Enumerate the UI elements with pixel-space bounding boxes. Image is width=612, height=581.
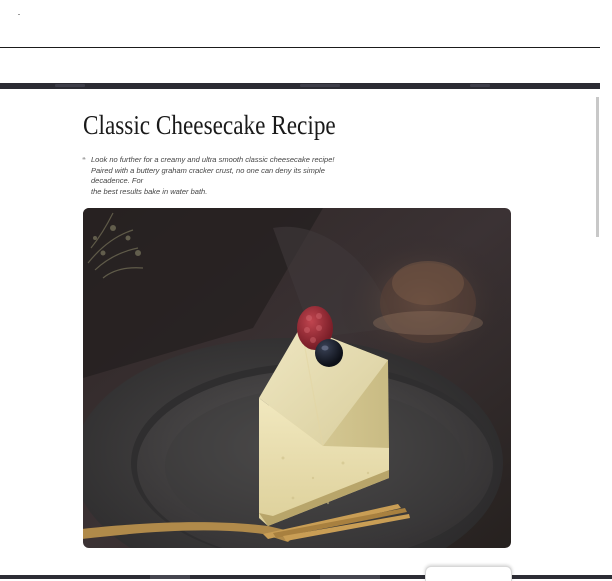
taskbar-segment [150,575,190,579]
intro-line: Look no further for a creamy and ultra s… [91,155,335,164]
top-mark [18,14,20,15]
toolbar-hint [300,84,340,87]
taskbar-strip [0,575,612,579]
taskbar-segment [320,575,380,579]
intro-line: the best results bake in water bath. [91,186,208,196]
quote-icon: ❝ [82,157,86,164]
scrollbar-thumb[interactable] [596,97,599,237]
hero-image [83,208,511,548]
page-title: Classic Cheesecake Recipe [83,110,336,140]
top-divider [0,47,600,48]
recipe-intro: Look no further for a creamy and ultra s… [91,155,341,197]
top-whitespace [0,0,612,48]
intro-line: Paired with a buttery graham cracker cru… [91,165,325,186]
toolbar-hint [55,84,85,87]
toolbar-hint [470,84,490,87]
